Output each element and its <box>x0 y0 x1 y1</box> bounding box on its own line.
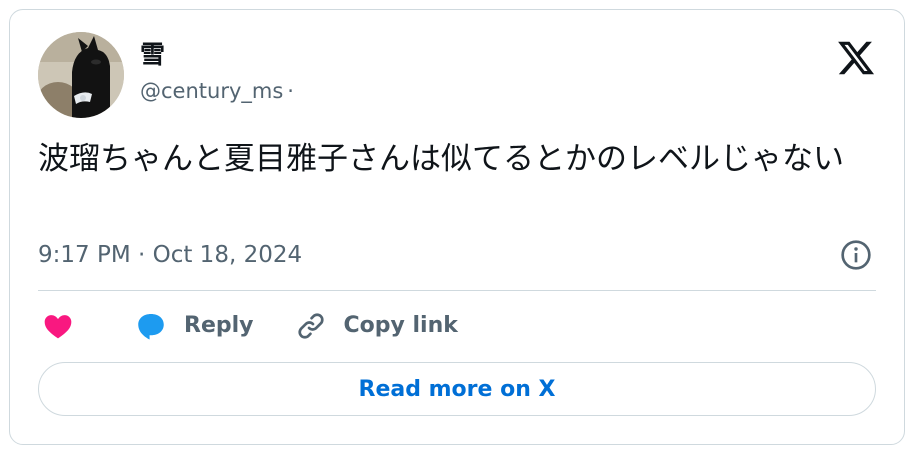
author-handle[interactable]: @century_ms <box>140 78 283 104</box>
link-icon <box>297 313 324 339</box>
copy-link-label: Copy link <box>343 313 458 338</box>
copy-link-button[interactable]: Copy link <box>294 309 458 343</box>
info-icon[interactable] <box>840 239 872 271</box>
action-bar: Reply Copy link <box>42 306 458 346</box>
black-cat-avatar-image <box>38 32 124 118</box>
heart-icon <box>44 315 72 339</box>
speech-bubble-icon <box>138 313 164 340</box>
reply-button[interactable]: Reply <box>134 309 254 343</box>
author-handle-row: @century_ms · <box>140 78 294 104</box>
handle-separator: · <box>287 79 294 103</box>
embedded-post-card: 雪 @century_ms · 波瑠ちゃんと夏目雅子さんは似てるとかのレベルじゃ… <box>9 9 905 445</box>
read-more-button[interactable]: Read more on X <box>38 362 876 416</box>
x-logo-icon[interactable] <box>836 38 876 78</box>
post-text: 波瑠ちゃんと夏目雅子さんは似てるとかのレベルじゃない <box>38 141 844 177</box>
reply-label: Reply <box>184 313 254 338</box>
post-timestamp[interactable]: 9:17 PM · Oct 18, 2024 <box>38 240 302 270</box>
like-button[interactable] <box>42 310 74 342</box>
avatar[interactable] <box>38 32 124 118</box>
author-display-name[interactable]: 雪 <box>140 40 165 70</box>
divider <box>38 290 876 291</box>
